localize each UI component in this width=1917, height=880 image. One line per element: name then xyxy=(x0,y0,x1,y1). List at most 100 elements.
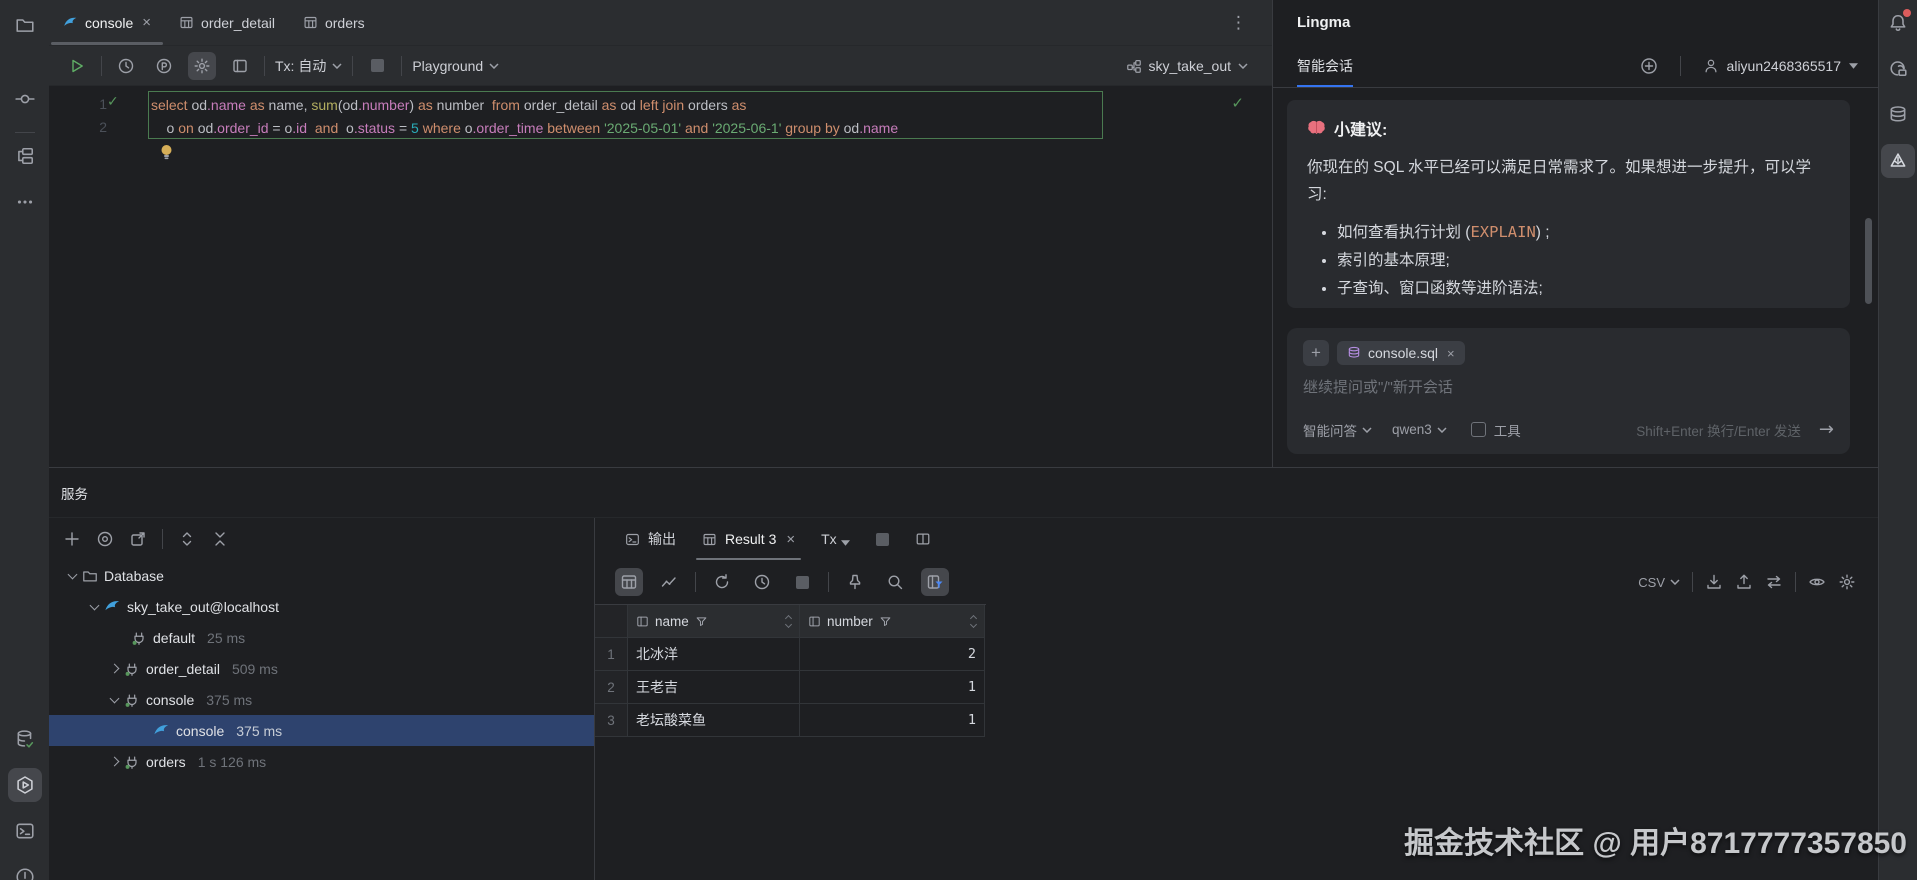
cell-name[interactable]: 北冰洋 xyxy=(628,638,800,671)
tree-label: order_detail xyxy=(146,660,220,677)
results-settings-gear-icon[interactable] xyxy=(1838,573,1856,591)
tools-label: 工具 xyxy=(1493,423,1521,439)
tree-row-orders-session[interactable]: orders 1 s 126 ms xyxy=(49,746,594,777)
send-button[interactable]: → xyxy=(1819,419,1834,440)
project-folder-icon[interactable] xyxy=(8,8,42,42)
tab-console-label: console xyxy=(85,14,134,31)
tab-options-kebab-icon[interactable]: ⋮ xyxy=(1206,0,1272,45)
compare-icon[interactable] xyxy=(1765,573,1783,591)
chart-view-icon[interactable] xyxy=(655,568,683,596)
tab-orders-label: orders xyxy=(324,14,365,31)
structure-icon[interactable] xyxy=(8,139,42,173)
mode-dropdown[interactable]: 智能问答 xyxy=(1303,420,1372,440)
services-icon[interactable] xyxy=(7,768,42,802)
tree-row-database[interactable]: Database xyxy=(49,560,594,591)
collapse-all-icon[interactable] xyxy=(211,530,229,548)
terminal-icon[interactable] xyxy=(8,814,42,848)
context-chip-console-sql[interactable]: console.sql × xyxy=(1337,341,1465,365)
sort-icon[interactable] xyxy=(784,614,793,628)
cell-number[interactable]: 1 xyxy=(800,671,985,704)
chat-scrollbar[interactable] xyxy=(1865,218,1872,304)
column-filter-icon[interactable] xyxy=(921,568,949,596)
row-number-header[interactable] xyxy=(595,605,628,638)
more-tools-icon[interactable] xyxy=(8,185,42,219)
line-number: 2 xyxy=(99,119,107,135)
filter-funnel-icon[interactable] xyxy=(695,615,708,628)
column-header-name[interactable]: name xyxy=(628,605,800,638)
tree-row-console-query-selected[interactable]: console 375 ms xyxy=(49,715,594,746)
lingma-logo-icon[interactable] xyxy=(1881,144,1915,178)
in-editor-results-icon[interactable] xyxy=(226,52,254,80)
settings-gear-icon[interactable] xyxy=(188,51,216,80)
download-icon[interactable] xyxy=(1705,573,1723,591)
tab-orders[interactable]: orders xyxy=(289,0,379,45)
run-button[interactable] xyxy=(63,52,91,80)
tree-label: default xyxy=(153,629,196,646)
profile-dropdown[interactable]: Playground xyxy=(412,58,499,74)
add-service-button[interactable] xyxy=(63,530,81,548)
split-view-icon[interactable] xyxy=(905,518,941,560)
preview-eye-icon[interactable] xyxy=(96,530,114,548)
auto-refresh-clock-icon[interactable] xyxy=(748,568,776,596)
cell-name[interactable]: 老坛酸菜鱼 xyxy=(628,704,800,737)
add-context-button[interactable]: + xyxy=(1303,340,1329,366)
context-chip-label: console.sql xyxy=(1368,345,1439,361)
tree-row-default-session[interactable]: default 25 ms xyxy=(49,622,594,653)
problems-icon[interactable] xyxy=(8,860,42,880)
database-changes-icon[interactable] xyxy=(8,722,42,756)
refresh-icon[interactable] xyxy=(708,568,736,596)
tx-mode-dropdown[interactable]: Tx: 自动 xyxy=(275,56,342,76)
account-name: aliyun2468365517 xyxy=(1726,57,1841,74)
executed-statement-highlight: select od.name as name, sum(od.number) a… xyxy=(148,91,1103,139)
bullet1-text: 如何查看执行计划 ( xyxy=(1337,224,1471,241)
grid-view-icon[interactable] xyxy=(615,568,643,596)
tab-order-detail[interactable]: order_detail xyxy=(165,0,289,45)
tab-result-3[interactable]: Result 3 × xyxy=(692,518,805,560)
chat-heading: 小建议: xyxy=(1334,122,1388,139)
expand-all-icon[interactable] xyxy=(178,530,196,548)
editor-toolbar: Tx: 自动 Playground sky_take_out xyxy=(49,46,1272,86)
search-icon[interactable] xyxy=(881,568,909,596)
new-session-icon[interactable] xyxy=(1640,57,1658,75)
commit-icon[interactable] xyxy=(8,82,42,116)
row-number: 1 xyxy=(595,638,628,671)
intention-bulb-icon[interactable] xyxy=(159,144,174,164)
tab-output-label: 输出 xyxy=(648,531,676,547)
sql-editor[interactable]: 1 2 ✓ select od.name as name, sum(od.num… xyxy=(49,86,1272,467)
tab-console[interactable]: console × xyxy=(49,0,165,45)
export-format-dropdown[interactable]: CSV xyxy=(1638,575,1680,590)
cell-number[interactable]: 2 xyxy=(800,638,985,671)
notifications-bell-icon[interactable] xyxy=(1881,6,1915,40)
results-stop-button[interactable] xyxy=(866,518,899,560)
open-in-new-icon[interactable] xyxy=(129,530,147,548)
tree-row-console-session[interactable]: console 375 ms xyxy=(49,684,594,715)
tree-row-order-detail-session[interactable]: order_detail 509 ms xyxy=(49,653,594,684)
stop-button[interactable] xyxy=(363,52,391,80)
tools-checkbox[interactable] xyxy=(1470,422,1486,437)
tab-result-3-close-icon[interactable]: × xyxy=(786,531,795,548)
tab-smart-session[interactable]: 智能会话 xyxy=(1297,44,1353,87)
chat-input[interactable] xyxy=(1303,376,1834,419)
filter-funnel-icon[interactable] xyxy=(879,615,892,628)
upload-icon[interactable] xyxy=(1735,573,1753,591)
cell-number[interactable]: 1 xyxy=(800,704,985,737)
tree-row-datasource[interactable]: sky_take_out@localhost xyxy=(49,591,594,622)
results-pause-button[interactable] xyxy=(788,568,816,596)
schema-switcher[interactable]: sky_take_out xyxy=(1126,58,1259,74)
history-icon[interactable] xyxy=(112,52,140,80)
tab-tx-dropdown[interactable]: Tx xyxy=(811,518,860,560)
database-tool-icon[interactable] xyxy=(1881,98,1915,132)
context-chip-close-icon[interactable]: × xyxy=(1447,346,1455,361)
tab-console-close-icon[interactable]: × xyxy=(142,14,151,31)
lingma-chat-icon[interactable] xyxy=(1881,52,1915,86)
account-dropdown[interactable]: aliyun2468365517 xyxy=(1703,58,1858,74)
cell-name[interactable]: 王老吉 xyxy=(628,671,800,704)
chat-bullet-1: 如何查看执行计划 (EXPLAIN) ; xyxy=(1337,218,1830,247)
model-dropdown[interactable]: qwen3 xyxy=(1392,422,1447,437)
parameters-icon[interactable] xyxy=(150,52,178,80)
tab-output[interactable]: 输出 xyxy=(615,518,686,560)
pin-tab-icon[interactable] xyxy=(841,568,869,596)
view-options-eye-icon[interactable] xyxy=(1808,573,1826,591)
column-header-number[interactable]: number xyxy=(800,605,985,638)
sort-icon[interactable] xyxy=(969,614,978,628)
